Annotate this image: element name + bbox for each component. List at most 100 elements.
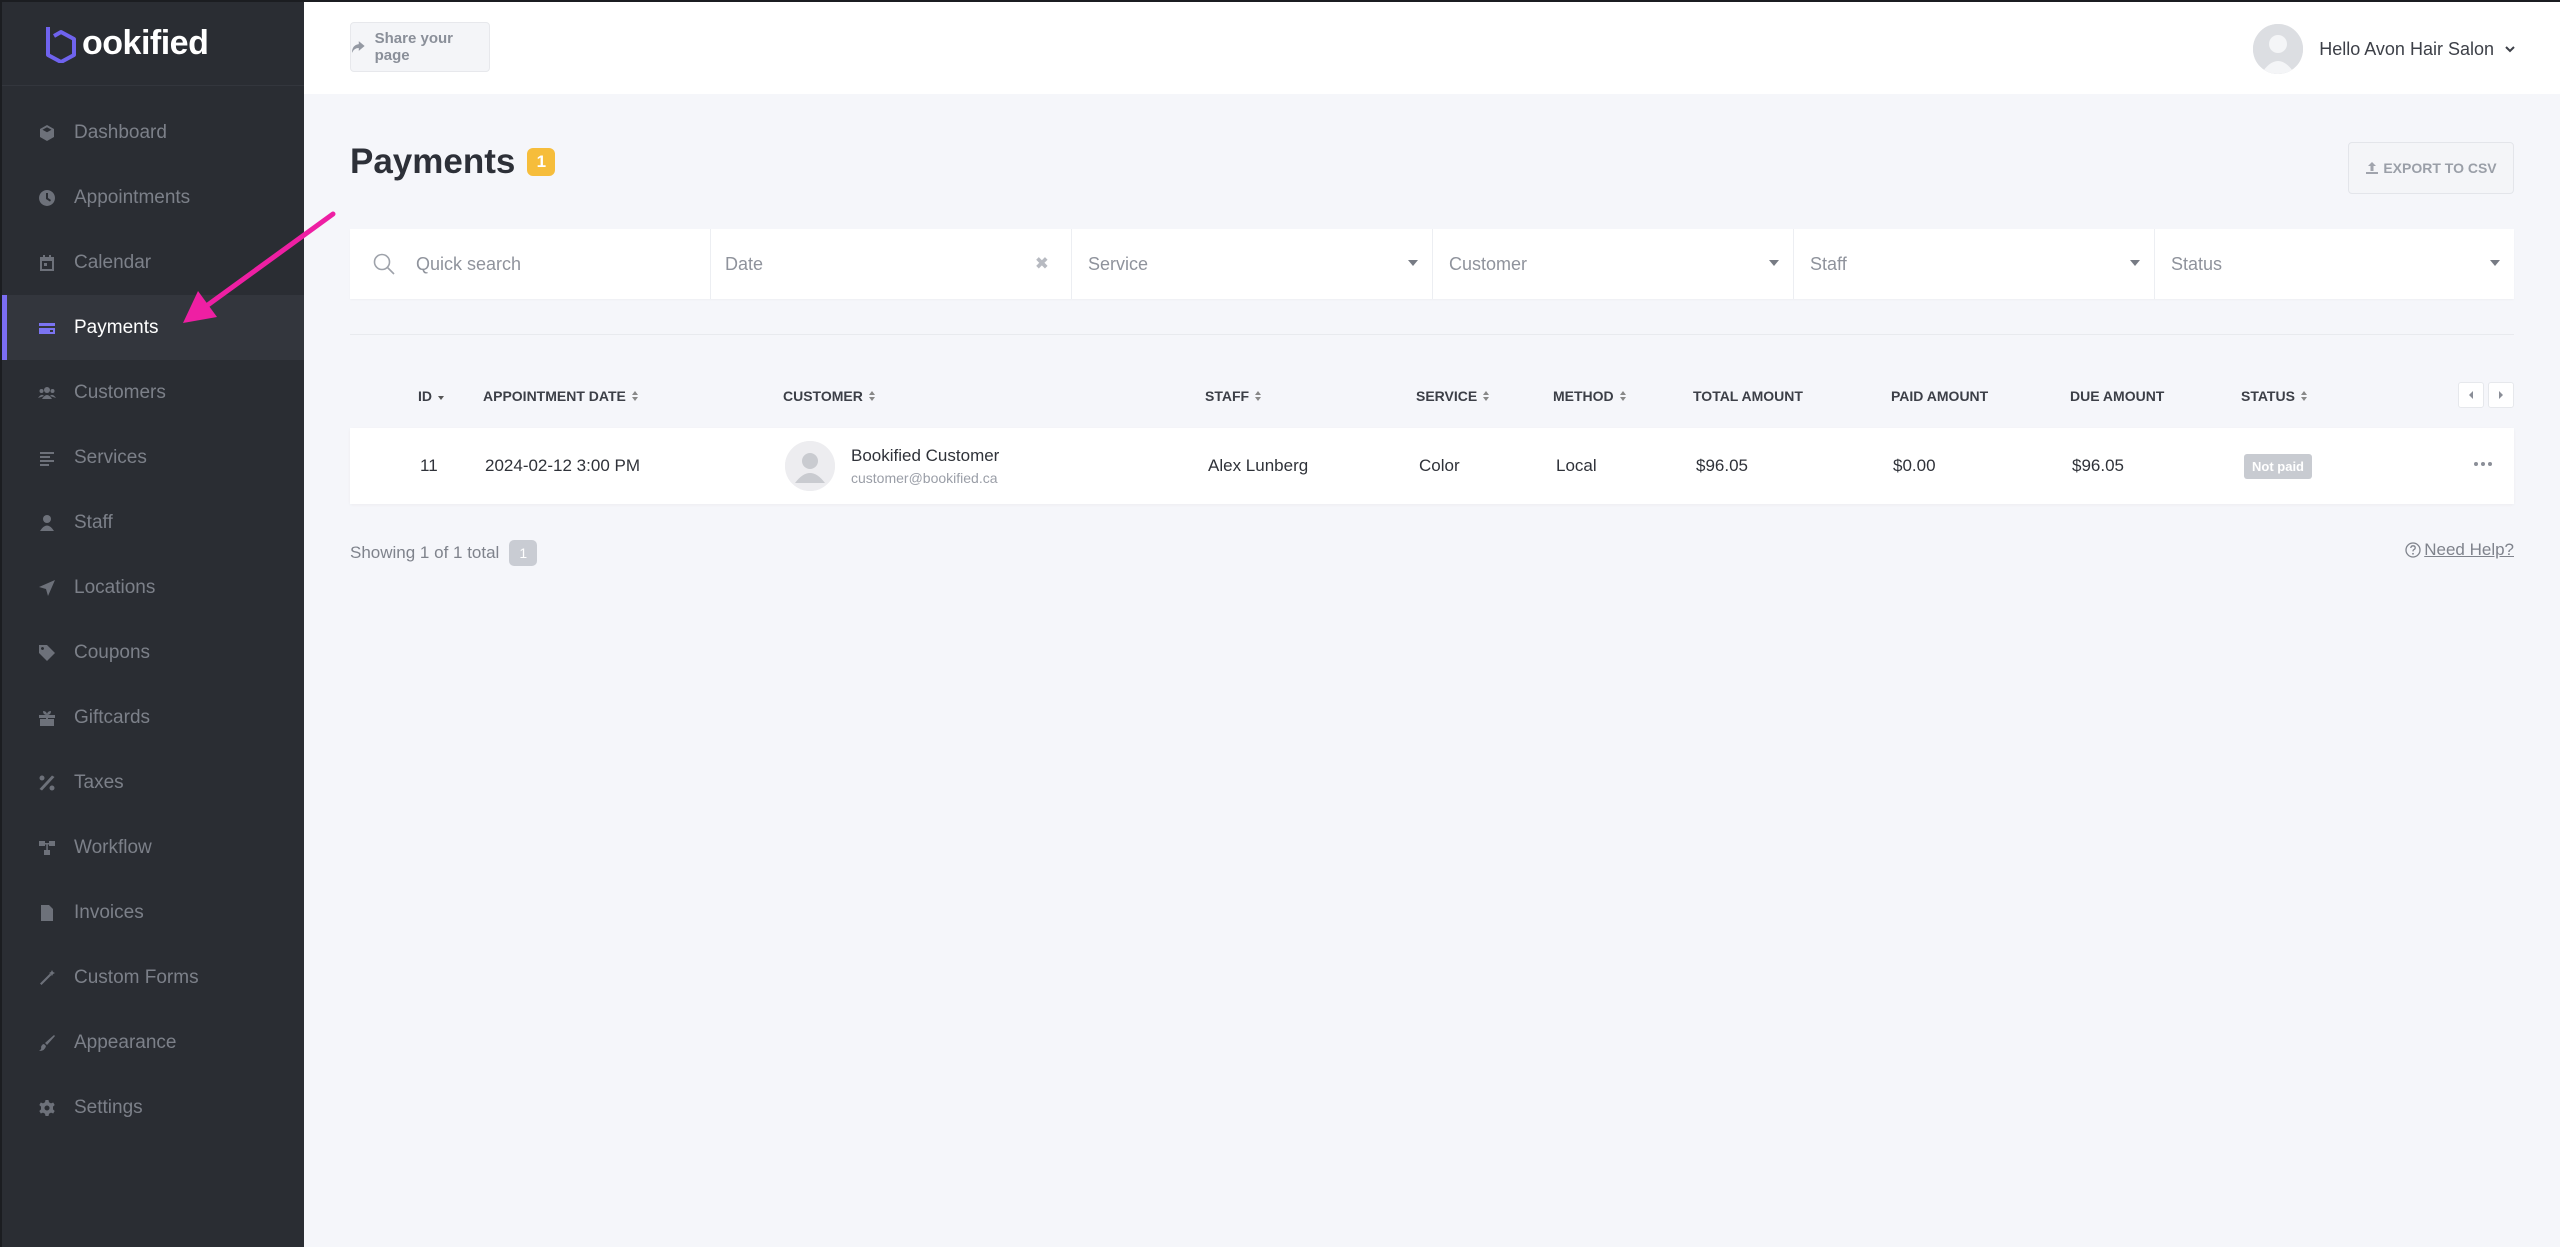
sidebar-item-services[interactable]: Services <box>2 425 304 490</box>
sidebar-item-payments[interactable]: Payments <box>2 295 304 360</box>
sidebar-item-customers[interactable]: Customers <box>2 360 304 425</box>
cell-due-amount: $96.05 <box>2072 456 2124 475</box>
caret-down-icon <box>1408 260 1418 266</box>
sidebar-item-coupons[interactable]: Coupons <box>2 620 304 685</box>
column-header-label: DUE AMOUNT <box>2070 388 2165 404</box>
need-help-link[interactable]: Need Help? <box>2405 540 2514 560</box>
location-arrow-icon <box>38 579 56 597</box>
table-pager <box>2458 382 2514 408</box>
sidebar-item-workflow[interactable]: Workflow <box>2 815 304 880</box>
column-header-label: ID <box>418 388 432 404</box>
sidebar-item-invoices[interactable]: Invoices <box>2 880 304 945</box>
cube-icon <box>38 124 56 142</box>
page-number-button[interactable]: 1 <box>509 540 538 566</box>
cell-staff: Alex Lunberg <box>1208 456 1309 475</box>
sidebar-item-label: Custom Forms <box>74 966 199 988</box>
upload-icon <box>2366 162 2379 174</box>
share-page-button[interactable]: Share your page <box>350 22 490 72</box>
cell-total-amount: $96.05 <box>1696 456 1748 475</box>
column-header-appointment-date[interactable]: APPOINTMENT DATE <box>483 388 639 404</box>
cell-customer: Bookified Customer customer@bookified.ca <box>785 428 999 504</box>
cell-paid-amount: $0.00 <box>1893 456 1936 475</box>
column-header-staff[interactable]: STAFF <box>1205 388 1262 404</box>
share-icon <box>351 41 365 53</box>
page-title: Payments 1 <box>350 142 556 182</box>
export-csv-button[interactable]: EXPORT TO CSV <box>2348 142 2514 194</box>
clock-icon <box>38 189 56 207</box>
cell-appointment-date: 2024-02-12 3:00 PM <box>485 456 640 475</box>
sidebar-item-custom-forms[interactable]: Custom Forms <box>2 945 304 1010</box>
list-icon <box>38 449 56 467</box>
column-header-status[interactable]: STATUS <box>2241 388 2308 404</box>
users-icon <box>38 384 56 402</box>
sidebar-item-label: Invoices <box>74 901 144 923</box>
search-input[interactable] <box>416 253 676 275</box>
caret-down-icon <box>2130 260 2140 266</box>
clear-date-icon[interactable]: ✖ <box>1035 254 1049 274</box>
column-header-id[interactable]: ID <box>418 388 445 404</box>
sidebar-item-calendar[interactable]: Calendar <box>2 230 304 295</box>
need-help-label: Need Help? <box>2424 540 2514 559</box>
quick-search[interactable] <box>350 229 711 299</box>
table-footer: Showing 1 of 1 total 1 Need Help? <box>350 536 2514 566</box>
column-header-due-amount: DUE AMOUNT <box>2070 388 2164 404</box>
share-page-label: Share your page <box>374 30 453 64</box>
gear-icon <box>38 1099 56 1117</box>
percent-icon <box>38 774 56 792</box>
user-avatar-icon <box>2253 24 2304 74</box>
sidebar-item-appointments[interactable]: Appointments <box>2 165 304 230</box>
workflow-icon <box>38 839 56 857</box>
divider <box>350 334 2514 335</box>
sidebar-item-label: Taxes <box>74 771 124 793</box>
page-title-text: Payments <box>350 142 516 181</box>
row-actions-icon[interactable] <box>2474 462 2492 466</box>
column-header-label: TOTAL AMOUNT <box>1693 388 1803 404</box>
customer-filter[interactable]: Customer <box>1433 229 1794 299</box>
scroll-left-button[interactable] <box>2458 382 2484 408</box>
sidebar-item-label: Customers <box>74 381 166 403</box>
sort-icon <box>2300 391 2307 401</box>
staff-filter-placeholder: Staff <box>1810 253 1847 274</box>
sidebar-item-staff[interactable]: Staff <box>2 490 304 555</box>
date-filter[interactable]: Date ✖ <box>711 229 1072 299</box>
chevron-right-icon <box>2499 391 2503 399</box>
user-menu[interactable]: Hello Avon Hair Salon <box>2253 24 2516 74</box>
column-header-service[interactable]: SERVICE <box>1416 388 1490 404</box>
column-header-label: CUSTOMER <box>783 388 863 404</box>
sidebar-item-label: Workflow <box>74 836 152 858</box>
cell-service: Color <box>1419 456 1460 475</box>
user-greeting: Hello Avon Hair Salon <box>2319 38 2494 59</box>
user-avatar-icon <box>785 441 835 491</box>
sidebar-item-taxes[interactable]: Taxes <box>2 750 304 815</box>
staff-filter[interactable]: Staff <box>1794 229 2155 299</box>
sidebar-item-locations[interactable]: Locations <box>2 555 304 620</box>
sidebar-item-dashboard[interactable]: Dashboard <box>2 100 304 165</box>
file-icon <box>38 904 56 922</box>
status-filter[interactable]: Status <box>2155 229 2514 299</box>
status-filter-placeholder: Status <box>2171 253 2223 274</box>
sort-icon <box>868 391 875 401</box>
sidebar-item-label: Coupons <box>74 641 151 663</box>
brand-logo[interactable]: ookified <box>2 2 304 86</box>
sidebar-item-giftcards[interactable]: Giftcards <box>2 685 304 750</box>
search-icon <box>373 253 395 275</box>
sidebar-item-label: Staff <box>74 511 113 533</box>
column-header-customer[interactable]: CUSTOMER <box>783 388 876 404</box>
chevron-left-icon <box>2469 391 2473 399</box>
sidebar-item-label: Dashboard <box>74 121 167 143</box>
table-row[interactable]: 11 2024-02-12 3:00 PM Bookified Customer… <box>350 428 2514 504</box>
column-header-label: METHOD <box>1553 388 1614 404</box>
sidebar: ookified Dashboard Appointments Calendar… <box>0 0 304 1247</box>
sidebar-item-appearance[interactable]: Appearance <box>2 1010 304 1075</box>
sidebar-item-label: Settings <box>74 1096 143 1118</box>
service-filter[interactable]: Service <box>1072 229 1433 299</box>
cell-id: 11 <box>420 456 438 475</box>
scroll-right-button[interactable] <box>2488 382 2514 408</box>
sidebar-item-settings[interactable]: Settings <box>2 1075 304 1140</box>
caret-down-icon <box>2490 260 2500 266</box>
customer-avatar <box>785 441 835 491</box>
sidebar-item-label: Services <box>74 446 147 468</box>
column-header-label: PAID AMOUNT <box>1891 388 1989 404</box>
column-header-method[interactable]: METHOD <box>1553 388 1627 404</box>
column-header-label: STAFF <box>1205 388 1250 404</box>
